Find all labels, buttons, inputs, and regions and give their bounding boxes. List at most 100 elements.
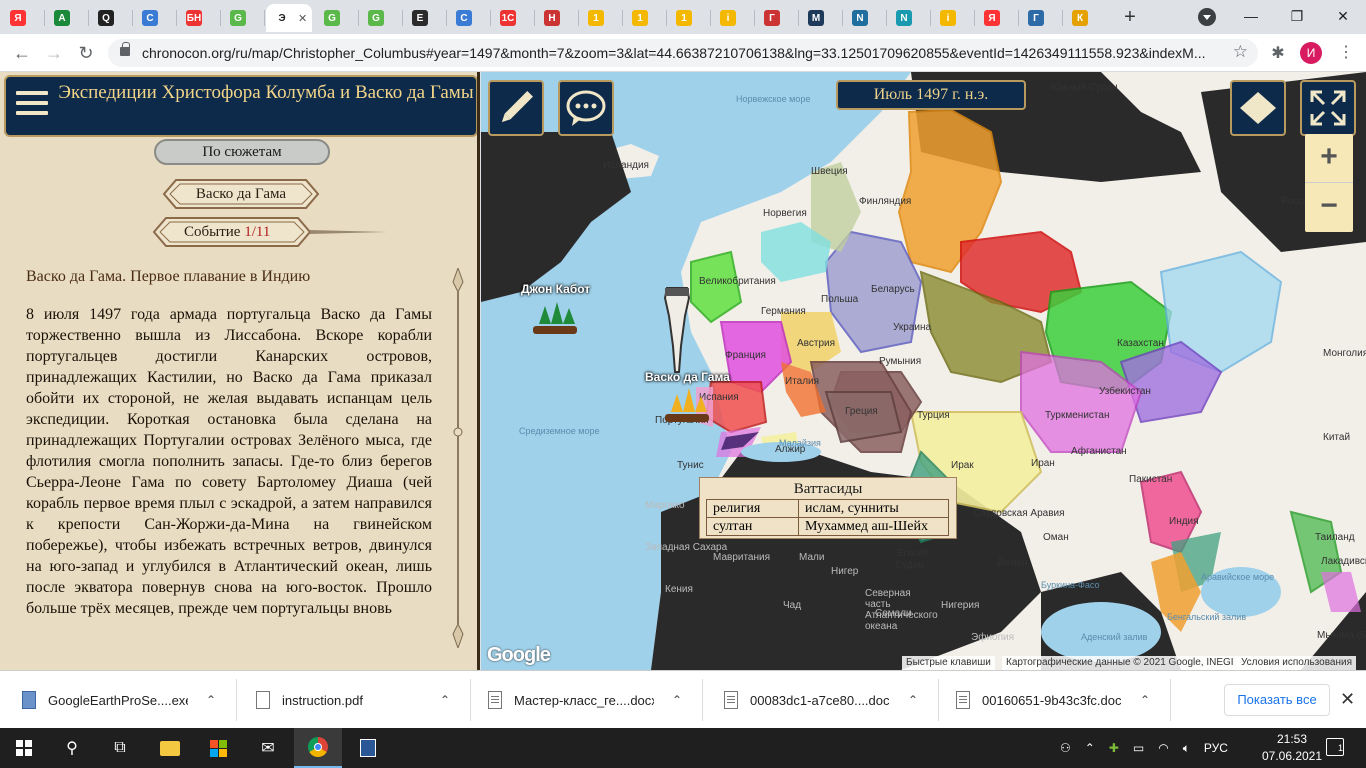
layers-button[interactable] [1230,80,1286,136]
map-region-label: Норвегия [763,208,807,219]
ship-icon[interactable] [527,300,583,338]
browser-tab[interactable]: i [712,4,736,32]
new-tab-button[interactable]: + [1120,6,1140,28]
browser-tab[interactable]: Я [976,4,1000,32]
bookmark-star-icon[interactable]: ☆ [1233,42,1248,62]
battery-icon[interactable]: ▭ [1133,741,1144,755]
zoom-in-button[interactable]: + [1305,134,1353,183]
zoom-out-button[interactable]: − [1305,183,1353,232]
ship-icon[interactable] [659,386,715,426]
show-hidden-icons[interactable]: ⌃ [1085,741,1095,755]
profile-avatar[interactable]: И [1300,42,1322,64]
edit-pencil-button[interactable] [488,80,544,136]
story-name-button[interactable]: Васко да Гама [162,178,320,210]
reload-button[interactable]: ↻ [74,41,98,65]
tab-favicon-icon: N [896,10,912,26]
browser-tab[interactable]: Q [90,4,114,32]
tab-favicon-icon: Г [764,10,780,26]
close-window-button[interactable]: ✕ [1328,4,1358,28]
notification-count: 1 [1337,743,1343,753]
exe-file-icon [22,691,36,709]
download-item[interactable]: GoogleEarthProSe....exe ⌃ [22,671,216,729]
browser-tab[interactable]: G [360,4,384,32]
people-icon[interactable]: ⚇ [1060,741,1071,755]
browser-tab[interactable]: Н [536,4,560,32]
fullscreen-button[interactable] [1300,80,1356,136]
search-icon[interactable]: ⚲ [48,728,96,768]
map-data-attribution: Картографические данные © 2021 Google, I… [1002,656,1238,670]
address-bar[interactable]: chronocon.org/ru/map/Christopher_Columbu… [108,39,1258,67]
browser-tab[interactable]: С [448,4,472,32]
browser-tab[interactable]: i [932,4,956,32]
map-region-label: Южный Судан [1051,82,1118,93]
download-item[interactable]: 00160651-9b43c3fc.doc ⌃ [956,671,1150,729]
terms-of-use-link[interactable]: Условия использования [1237,656,1356,670]
start-button[interactable] [0,728,48,768]
task-view-icon[interactable]: ⧉ [96,728,144,768]
download-options-chevron-icon[interactable]: ⌃ [672,693,682,707]
hamburger-menu-icon[interactable] [16,91,48,123]
browser-tab[interactable]: К [1064,4,1088,32]
map-region-label: Мавритания [713,552,771,563]
show-all-button[interactable]: Показать все [1224,684,1330,716]
forward-button[interactable]: → [42,41,66,65]
shield-icon[interactable]: ✚ [1109,741,1119,755]
store-icon[interactable] [194,728,242,768]
download-options-chevron-icon[interactable]: ⌃ [908,693,918,707]
browser-tab[interactable]: A [46,4,70,32]
browser-tab[interactable]: Г [1020,4,1044,32]
browser-tab[interactable]: 1С [492,4,516,32]
volume-icon[interactable]: 🔈︎ [1183,741,1190,756]
browser-tab[interactable]: Г [756,4,780,32]
browser-tab[interactable]: 1 [580,4,604,32]
browser-tab[interactable]: С [134,4,158,32]
by-story-button[interactable]: По сюжетам [154,139,330,165]
download-item[interactable]: 00083dc1-a7ce80....doc ⌃ [724,671,918,729]
map-region-label: Китай [1323,432,1351,443]
map-region-label: Мьянма (Бирма) [1317,630,1366,641]
close-downloads-icon[interactable]: ✕ [1340,689,1355,710]
file-explorer-icon[interactable] [146,728,194,768]
keyboard-shortcuts-link[interactable]: Быстрые клавиши [902,656,995,670]
browser-tab[interactable]: G [316,4,340,32]
clock[interactable]: 21:53 07.06.2021 [1260,731,1324,765]
url-text[interactable]: chronocon.org/ru/map/Christopher_Columbu… [142,45,1222,61]
browser-tab[interactable]: БН [178,4,202,32]
minimize-button[interactable]: — [1236,4,1266,28]
historical-map[interactable]: Норвежское море Исландия Швеция Финляндия Но… [481,72,1366,670]
browser-tab[interactable]: Я [2,4,26,32]
map-region-label: Украина [893,322,932,333]
download-options-chevron-icon[interactable]: ⌃ [206,693,216,707]
notifications-icon[interactable]: 1 [1326,738,1344,756]
language-indicator[interactable]: РУС [1204,741,1228,755]
browser-menu-icon[interactable]: ⋮ [1336,42,1356,64]
current-date[interactable]: Июль 1497 г. н.э. [836,80,1026,110]
mail-icon[interactable]: ✉ [244,728,292,768]
ship-label-cabot[interactable]: Джон Кабот [521,282,590,296]
browser-tab[interactable]: N [844,4,868,32]
tab-search-icon[interactable] [1198,8,1216,26]
download-options-chevron-icon[interactable]: ⌃ [1140,693,1150,707]
back-button[interactable]: ← [10,41,34,65]
browser-tab[interactable]: N [888,4,912,32]
word-icon[interactable] [344,728,392,768]
restore-button[interactable]: ❐ [1282,4,1312,28]
browser-tab[interactable]: Е [404,4,428,32]
browser-tab[interactable]: G [222,4,246,32]
chrome-icon[interactable] [294,728,342,768]
download-item[interactable]: instruction.pdf ⌃ [256,671,450,729]
download-options-chevron-icon[interactable]: ⌃ [440,693,450,707]
story-scrollbar[interactable] [452,266,464,650]
comments-button[interactable] [558,80,614,136]
doc-file-icon [956,691,970,709]
browser-tab[interactable]: 1 [624,4,648,32]
download-item[interactable]: Мастер-класс_ге....docx ⌃ [488,671,682,729]
event-counter[interactable]: Событие 1/11 [152,216,390,248]
browser-tab[interactable]: М [800,4,824,32]
browser-tab-active[interactable]: Э ✕ [266,4,312,32]
close-tab-icon[interactable]: ✕ [298,12,307,25]
wifi-icon[interactable]: ◠ [1158,741,1168,755]
extensions-puzzle-icon[interactable]: ✱ [1268,43,1288,63]
browser-tab[interactable]: 1 [668,4,692,32]
map-region-label: Туркменистан [1045,410,1110,421]
